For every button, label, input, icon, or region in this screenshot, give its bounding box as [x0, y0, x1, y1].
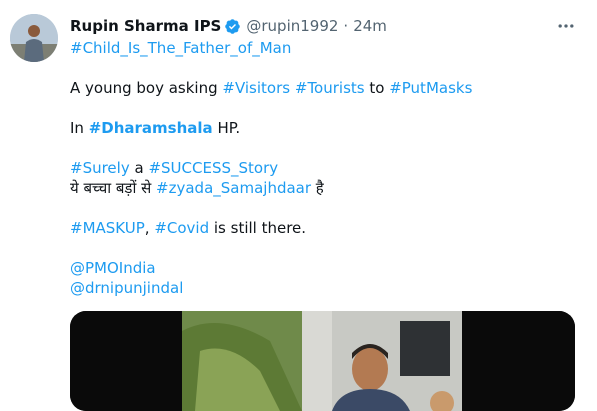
hashtag-link[interactable]: #MASKUP [70, 219, 145, 237]
author-avatar[interactable] [10, 14, 58, 62]
tweet-text-line-4: #Surely a #SUCCESS_Story [70, 158, 278, 178]
tweet-text: A young boy asking [70, 79, 223, 97]
tweet-text: to [364, 79, 390, 97]
tweet-text: है [311, 179, 324, 197]
video-frame [70, 311, 575, 411]
tweet-text: , [144, 219, 155, 237]
tweet-text-line-1: #Child_Is_The_Father_of_Man [70, 38, 291, 58]
more-options-icon[interactable] [556, 16, 576, 36]
hashtag-link[interactable]: #Covid [154, 219, 209, 237]
author-handle[interactable]: @rupin1992 [246, 17, 338, 35]
tweet-text: ये बच्चा बड़ों से [70, 179, 157, 197]
tweet-timestamp[interactable]: 24m [353, 17, 387, 35]
tweet-text-line-7: @PMOIndia [70, 258, 156, 278]
verified-badge-icon [224, 18, 241, 35]
video-player[interactable] [70, 311, 575, 411]
tweet-text-line-5: ये बच्चा बड़ों से #zyada_Samajhdaar है [70, 178, 324, 198]
tweet-text: HP. [212, 119, 241, 137]
hashtag-link[interactable]: #SUCCESS_Story [148, 159, 278, 177]
mention-link[interactable]: @PMOIndia [70, 259, 156, 277]
hashtag-link[interactable]: #Visitors [222, 79, 290, 97]
tweet-text-line-6: #MASKUP, #Covid is still there. [70, 218, 306, 238]
tweet-text: a [129, 159, 149, 177]
hashtag-link[interactable]: #PutMasks [389, 79, 472, 97]
hashtag-link[interactable]: #Child_Is_The_Father_of_Man [70, 39, 291, 57]
tweet[interactable]: Rupin Sharma IPS @rupin1992 · 24m #Child… [0, 0, 597, 411]
tweet-text: is still there. [209, 219, 307, 237]
hashtag-link[interactable]: #Surely [70, 159, 130, 177]
time-separator: · [343, 17, 349, 35]
hashtag-link[interactable]: #zyada_Samajhdaar [156, 179, 311, 197]
tweet-text-line-2: A young boy asking #Visitors #Tourists t… [70, 78, 472, 98]
hashtag-link[interactable]: #Tourists [295, 79, 365, 97]
tweet-text-line-3: In #Dharamshala HP. [70, 118, 240, 138]
tweet-text-line-8: @drnipunjindal [70, 278, 183, 298]
tweet-text: In [70, 119, 89, 137]
mention-link[interactable]: @drnipunjindal [70, 279, 183, 297]
hashtag-link[interactable]: #Dharamshala [89, 119, 213, 137]
tweet-header: Rupin Sharma IPS @rupin1992 · 24m [70, 16, 387, 36]
author-name[interactable]: Rupin Sharma IPS [70, 17, 221, 35]
avatar-image [10, 14, 58, 62]
